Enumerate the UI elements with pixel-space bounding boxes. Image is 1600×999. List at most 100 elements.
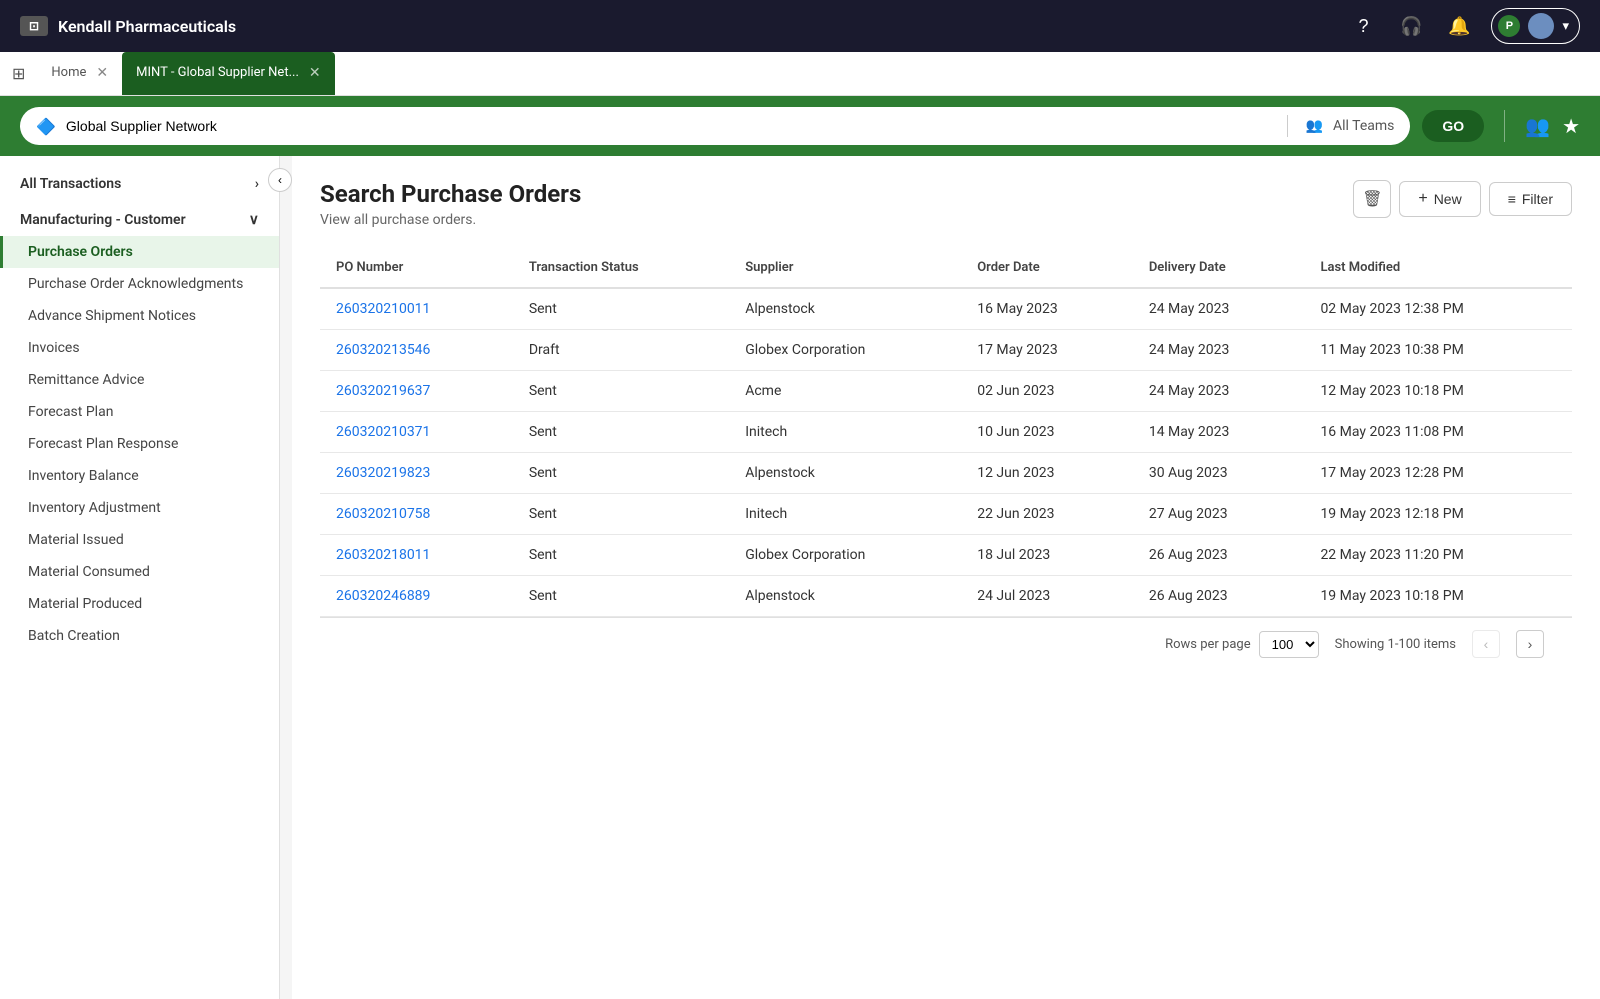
cell-po-number[interactable]: 260320210758 bbox=[320, 494, 513, 535]
tab-mint-close-icon[interactable]: ✕ bbox=[309, 65, 321, 81]
sidebar-item-forecast-plan[interactable]: Forecast Plan bbox=[0, 396, 279, 428]
go-button[interactable]: GO bbox=[1422, 110, 1484, 142]
page-title-section: Search Purchase Orders View all purchase… bbox=[320, 180, 581, 228]
cell-order-date: 17 May 2023 bbox=[961, 330, 1133, 371]
sidebar: All Transactions › Manufacturing - Custo… bbox=[0, 156, 280, 999]
grid-icon[interactable]: ⊞ bbox=[12, 64, 25, 83]
po-number-link[interactable]: 260320210011 bbox=[336, 301, 430, 317]
cell-supplier: Globex Corporation bbox=[729, 535, 961, 576]
table-row: 260320210758 Sent Initech 22 Jun 2023 27… bbox=[320, 494, 1572, 535]
cell-po-number[interactable]: 260320219637 bbox=[320, 371, 513, 412]
col-last-modified[interactable]: Last Modified bbox=[1304, 248, 1572, 288]
cell-po-number[interactable]: 260320246889 bbox=[320, 576, 513, 617]
pagination-bar: Rows per page 100 50 25 Showing 1-100 it… bbox=[320, 617, 1572, 670]
po-number-link[interactable]: 260320219823 bbox=[336, 465, 430, 481]
table-row: 260320210371 Sent Initech 10 Jun 2023 14… bbox=[320, 412, 1572, 453]
sidebar-item-material-issued[interactable]: Material Issued bbox=[0, 524, 279, 556]
table-row: 260320210011 Sent Alpenstock 16 May 2023… bbox=[320, 288, 1572, 330]
star-icon-button[interactable]: ★ bbox=[1562, 114, 1580, 139]
cell-delivery-date: 24 May 2023 bbox=[1133, 330, 1305, 371]
rows-per-page: Rows per page 100 50 25 bbox=[1165, 631, 1319, 658]
cell-po-number[interactable]: 260320210011 bbox=[320, 288, 513, 330]
cell-status: Sent bbox=[513, 288, 729, 330]
cell-supplier: Alpenstock bbox=[729, 288, 961, 330]
po-number-link[interactable]: 260320213546 bbox=[336, 342, 430, 358]
user-menu-button[interactable]: P ▾ bbox=[1491, 8, 1580, 44]
tab-home-close-icon[interactable]: ✕ bbox=[96, 65, 108, 81]
cell-supplier: Globex Corporation bbox=[729, 330, 961, 371]
rows-per-page-select[interactable]: 100 50 25 bbox=[1259, 631, 1319, 658]
cell-delivery-date: 26 Aug 2023 bbox=[1133, 535, 1305, 576]
cell-last-modified: 11 May 2023 10:38 PM bbox=[1304, 330, 1572, 371]
cell-supplier: Initech bbox=[729, 494, 961, 535]
sidebar-all-transactions[interactable]: All Transactions › bbox=[0, 164, 279, 200]
sidebar-item-material-produced[interactable]: Material Produced bbox=[0, 588, 279, 620]
delete-button[interactable]: 🗑 bbox=[1353, 180, 1391, 218]
col-transaction-status[interactable]: Transaction Status bbox=[513, 248, 729, 288]
col-order-date[interactable]: Order Date bbox=[961, 248, 1133, 288]
rows-per-page-label: Rows per page bbox=[1165, 637, 1251, 652]
table-body: 260320210011 Sent Alpenstock 16 May 2023… bbox=[320, 288, 1572, 617]
po-number-link[interactable]: 260320210758 bbox=[336, 506, 430, 522]
cell-last-modified: 12 May 2023 10:18 PM bbox=[1304, 371, 1572, 412]
cell-delivery-date: 24 May 2023 bbox=[1133, 288, 1305, 330]
next-page-button[interactable]: › bbox=[1516, 630, 1544, 658]
po-number-link[interactable]: 260320210371 bbox=[336, 424, 430, 440]
help-icon: ? bbox=[1358, 16, 1368, 37]
cell-po-number[interactable]: 260320213546 bbox=[320, 330, 513, 371]
cell-po-number[interactable]: 260320210371 bbox=[320, 412, 513, 453]
sidebar-item-advance-shipment-notices[interactable]: Advance Shipment Notices bbox=[0, 300, 279, 332]
purchase-orders-table: PO Number Transaction Status Supplier Or… bbox=[320, 248, 1572, 617]
sidebar-item-batch-creation[interactable]: Batch Creation bbox=[0, 620, 279, 652]
prev-icon: ‹ bbox=[1484, 636, 1489, 652]
help-button[interactable]: ? bbox=[1347, 10, 1379, 42]
sidebar-item-material-consumed[interactable]: Material Consumed bbox=[0, 556, 279, 588]
sidebar-item-inventory-balance[interactable]: Inventory Balance bbox=[0, 460, 279, 492]
cell-status: Sent bbox=[513, 453, 729, 494]
new-button[interactable]: + New bbox=[1399, 181, 1480, 217]
table-header: PO Number Transaction Status Supplier Or… bbox=[320, 248, 1572, 288]
po-number-link[interactable]: 260320246889 bbox=[336, 588, 430, 604]
page-header: Search Purchase Orders View all purchase… bbox=[320, 180, 1572, 228]
filter-button[interactable]: ≡ Filter bbox=[1489, 182, 1572, 216]
sidebar-collapse-button[interactable]: ‹ bbox=[268, 168, 292, 192]
col-po-number[interactable]: PO Number bbox=[320, 248, 513, 288]
filter-icon: ≡ bbox=[1508, 191, 1516, 207]
po-number-link[interactable]: 260320218011 bbox=[336, 547, 430, 563]
cell-order-date: 02 Jun 2023 bbox=[961, 371, 1133, 412]
po-number-link[interactable]: 260320219637 bbox=[336, 383, 430, 399]
cell-order-date: 12 Jun 2023 bbox=[961, 453, 1133, 494]
cell-po-number[interactable]: 260320218011 bbox=[320, 535, 513, 576]
sidebar-item-remittance-advice[interactable]: Remittance Advice bbox=[0, 364, 279, 396]
sidebar-manufacturing-customer[interactable]: Manufacturing - Customer ∨ bbox=[0, 200, 279, 236]
cell-supplier: Alpenstock bbox=[729, 453, 961, 494]
cell-last-modified: 16 May 2023 11:08 PM bbox=[1304, 412, 1572, 453]
col-supplier[interactable]: Supplier bbox=[729, 248, 961, 288]
sidebar-item-inventory-adjustment[interactable]: Inventory Adjustment bbox=[0, 492, 279, 524]
cell-status: Sent bbox=[513, 371, 729, 412]
cell-po-number[interactable]: 260320219823 bbox=[320, 453, 513, 494]
toolbar: 🗑 + New ≡ Filter bbox=[1353, 180, 1572, 218]
user-initial-badge: P bbox=[1498, 15, 1520, 37]
sidebar-item-invoices[interactable]: Invoices bbox=[0, 332, 279, 364]
tab-home[interactable]: Home ✕ bbox=[37, 52, 122, 95]
app-logo-icon: ⊡ bbox=[20, 16, 48, 36]
cell-delivery-date: 27 Aug 2023 bbox=[1133, 494, 1305, 535]
bell-icon: 🔔 bbox=[1448, 16, 1470, 37]
pagination-info: Showing 1-100 items bbox=[1335, 637, 1456, 652]
app-header: ⊡ Kendall Pharmaceuticals ? 🎧 🔔 P ▾ bbox=[0, 0, 1600, 52]
prev-page-button[interactable]: ‹ bbox=[1472, 630, 1500, 658]
sidebar-item-purchase-orders[interactable]: Purchase Orders bbox=[0, 236, 279, 268]
cell-order-date: 22 Jun 2023 bbox=[961, 494, 1133, 535]
teams-label: All Teams bbox=[1333, 118, 1394, 134]
headset-icon: 🎧 bbox=[1400, 16, 1422, 37]
people-icon-button[interactable]: 👥 bbox=[1525, 114, 1550, 139]
sidebar-item-po-acknowledgments[interactable]: Purchase Order Acknowledgments bbox=[0, 268, 279, 300]
search-input[interactable] bbox=[66, 118, 1269, 134]
sidebar-item-forecast-plan-response[interactable]: Forecast Plan Response bbox=[0, 428, 279, 460]
col-delivery-date[interactable]: Delivery Date bbox=[1133, 248, 1305, 288]
notifications-button[interactable]: 🔔 bbox=[1443, 10, 1475, 42]
headset-button[interactable]: 🎧 bbox=[1395, 10, 1427, 42]
tab-mint[interactable]: MINT - Global Supplier Net... ✕ bbox=[122, 52, 334, 95]
workspace-icon: 🔷 bbox=[36, 117, 56, 136]
